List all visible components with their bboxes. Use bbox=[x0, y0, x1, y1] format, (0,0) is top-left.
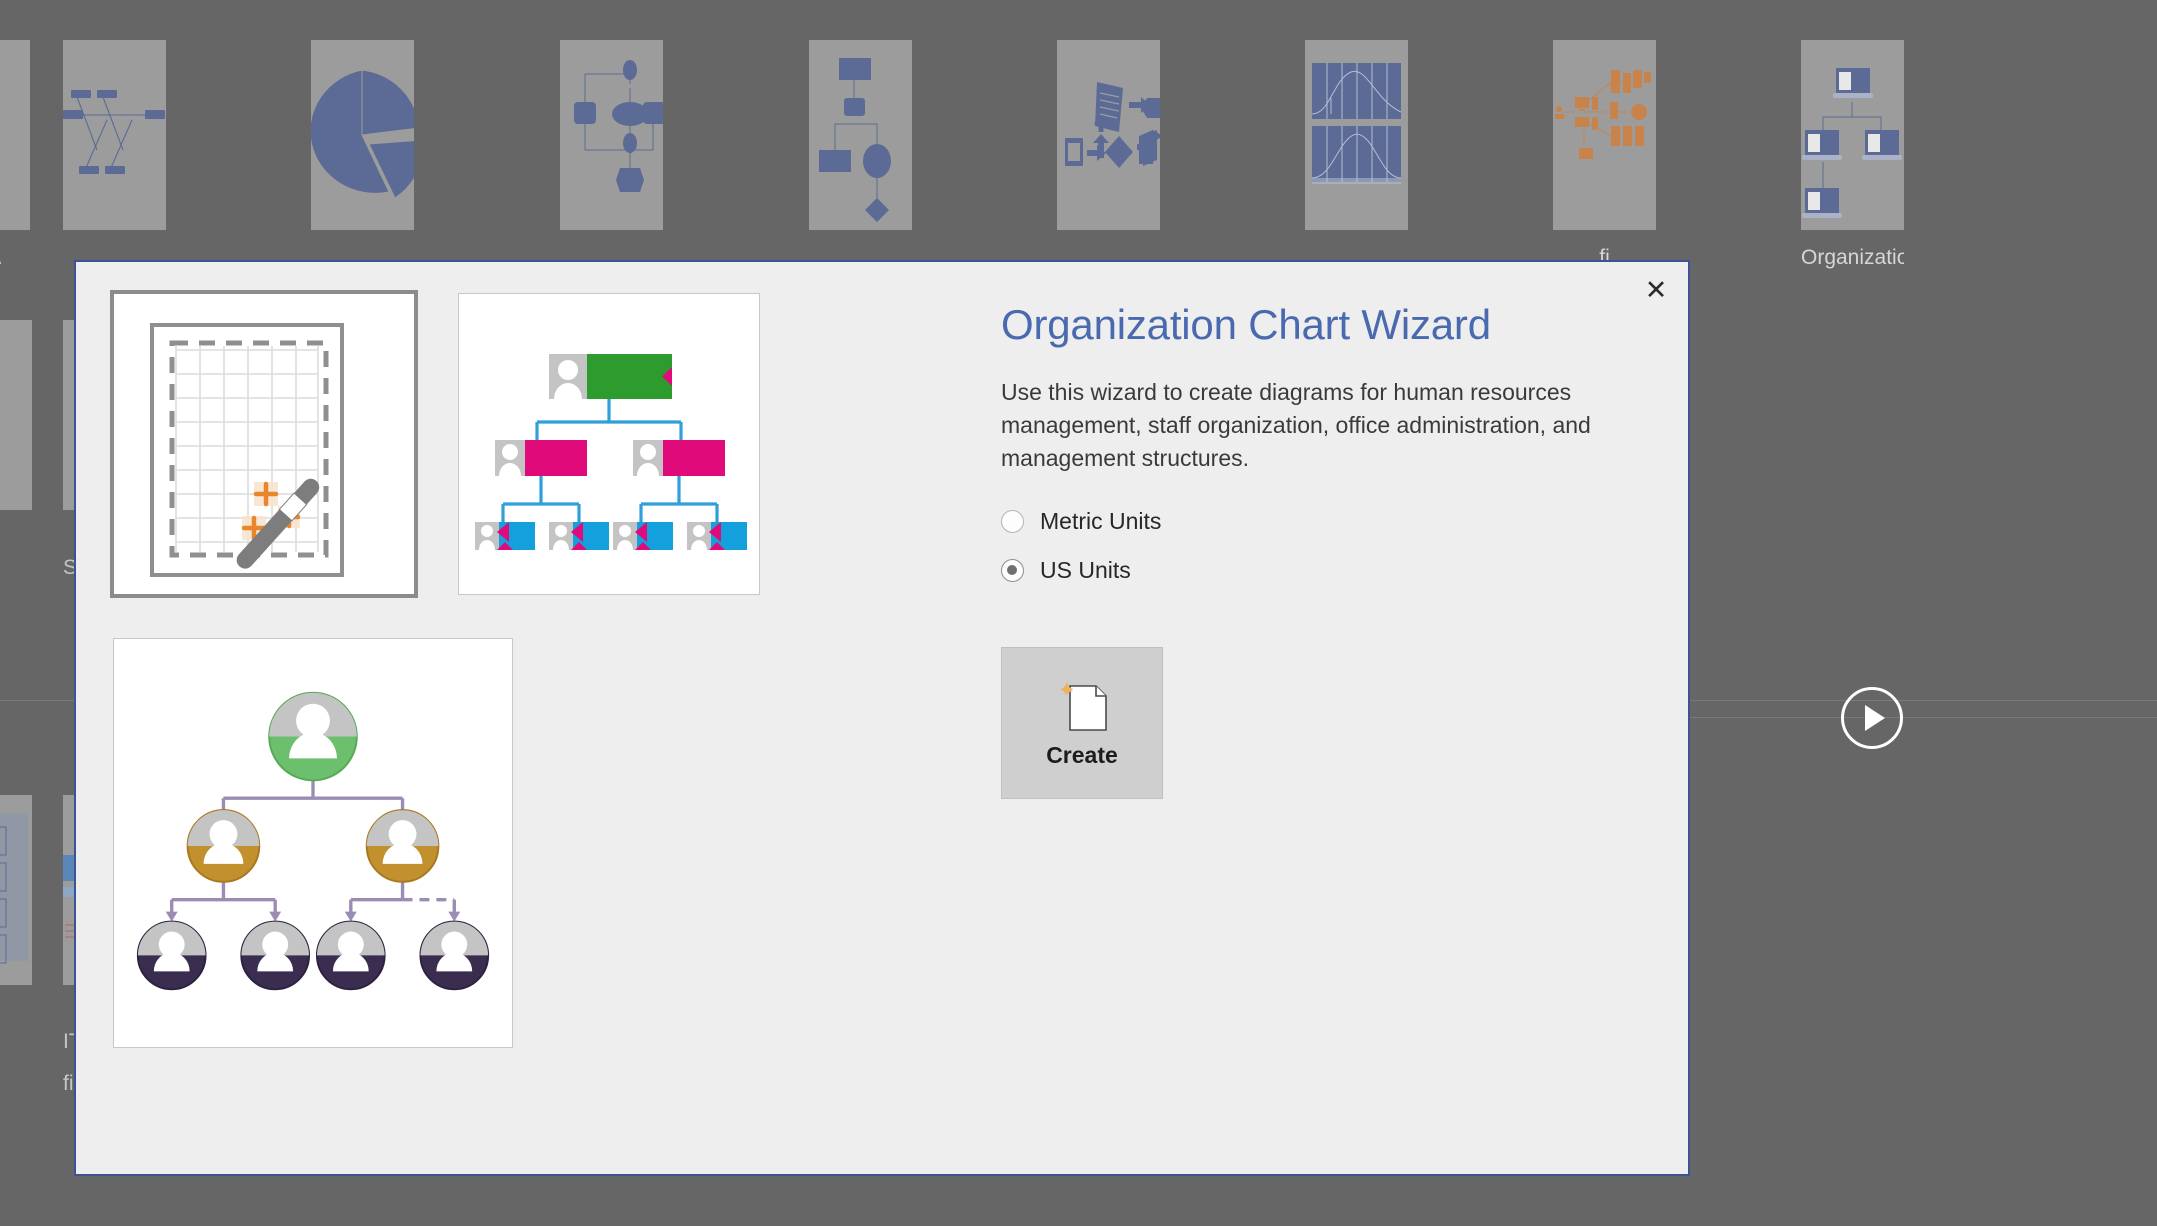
app-root: C... bbox=[0, 0, 2157, 1226]
template-label-row3-line2: fi bbox=[63, 1072, 74, 1095]
page-title: Organization Chart Wizard bbox=[1001, 301, 1491, 348]
radio-circle-selected-icon bbox=[1001, 559, 1024, 583]
preview-org-chart-colored[interactable] bbox=[458, 293, 760, 595]
circle-node-mid-left bbox=[186, 809, 261, 883]
org-chart-colored-preview-icon bbox=[459, 294, 759, 594]
radio-us-units-label: US Units bbox=[1040, 557, 1131, 584]
cause-effect-thumbnail bbox=[63, 40, 166, 230]
organization-chart-thumbnail bbox=[1801, 40, 1904, 230]
template-card-organization-chart[interactable]: Organization Ch... bbox=[1801, 40, 1904, 270]
template-card-pie-chart[interactable] bbox=[311, 40, 414, 230]
normal-curve-thumbnail bbox=[1305, 40, 1408, 230]
org-node-root bbox=[549, 354, 672, 399]
circle-node-leaf-1 bbox=[136, 920, 207, 991]
block-diagram-thumbnail bbox=[560, 40, 663, 230]
template-card-detailed-network[interactable]: ...fi... bbox=[1553, 40, 1656, 270]
cause-effect-icon bbox=[63, 90, 165, 174]
template-card-partial-left[interactable]: C... bbox=[0, 40, 30, 270]
radio-us-units[interactable]: US Units bbox=[1001, 557, 1301, 584]
normal-curve-icon bbox=[1311, 63, 1402, 184]
radio-metric-units-label: Metric Units bbox=[1040, 508, 1162, 535]
org-chart-circles-preview-icon bbox=[114, 639, 512, 1047]
detailed-network-icon bbox=[1555, 70, 1651, 159]
org-node-leaf-1 bbox=[475, 522, 535, 550]
template-card-row2-partial-a[interactable] bbox=[0, 320, 32, 510]
template-thumbnail-row2a bbox=[0, 320, 32, 510]
circle-node-mid-right bbox=[365, 809, 440, 883]
org-node-leaf-3 bbox=[613, 522, 673, 550]
pie-chart-icon bbox=[311, 69, 414, 199]
row3a-icon bbox=[0, 813, 28, 964]
radio-metric-units[interactable]: Metric Units bbox=[1001, 508, 1301, 535]
play-triangle-icon bbox=[1865, 705, 1885, 731]
circle-node-leaf-4 bbox=[419, 920, 490, 991]
next-arrow-button[interactable] bbox=[1841, 687, 1903, 749]
gallery-divider-right bbox=[1690, 717, 2157, 718]
org-node-mid-left bbox=[495, 440, 587, 476]
create-button-label: Create bbox=[1046, 741, 1118, 768]
circle-node-root bbox=[268, 691, 358, 782]
template-card-row3-partial-a[interactable] bbox=[0, 795, 32, 985]
template-card-cause-effect[interactable] bbox=[63, 40, 166, 230]
create-button[interactable]: Create bbox=[1001, 647, 1163, 799]
organization-chart-icon bbox=[1802, 68, 1902, 218]
wizard-grid-preview-icon bbox=[114, 294, 414, 594]
wizard-info-panel: Organization Chart Wizard Use this wizar… bbox=[1001, 301, 1661, 799]
org-node-leaf-4 bbox=[687, 522, 747, 550]
org-node-mid-right bbox=[633, 440, 725, 476]
detailed-network-thumbnail bbox=[1553, 40, 1656, 230]
template-card-work-flow[interactable] bbox=[1057, 40, 1160, 230]
basic-flowchart-thumbnail bbox=[809, 40, 912, 230]
work-flow-thumbnail bbox=[1057, 40, 1160, 230]
template-card-normal-curve[interactable] bbox=[1305, 40, 1408, 230]
wizard-description: Use this wizard to create diagrams for h… bbox=[1001, 379, 1591, 471]
template-label-organization-chart: Organization Ch... bbox=[1801, 246, 1904, 269]
org-node-leaf-2 bbox=[549, 522, 609, 550]
work-flow-icon bbox=[1065, 82, 1160, 168]
template-card-block-diagram[interactable] bbox=[560, 40, 663, 230]
pie-chart-thumbnail bbox=[311, 40, 414, 230]
preview-wizard-grid[interactable] bbox=[110, 290, 418, 598]
preview-org-chart-circles[interactable] bbox=[113, 638, 513, 1048]
template-card-basic-flowchart[interactable] bbox=[809, 40, 912, 230]
basic-flowchart-icon bbox=[819, 58, 891, 222]
circle-node-leaf-2 bbox=[240, 920, 311, 991]
block-diagram-icon bbox=[574, 60, 663, 192]
radio-circle-icon bbox=[1001, 510, 1024, 534]
new-document-icon bbox=[1060, 681, 1107, 731]
organization-chart-wizard-dialog: ✕ Organization Chart Wizard Use this wiz… bbox=[74, 260, 1690, 1176]
template-thumbnail bbox=[0, 40, 30, 230]
template-label: C... bbox=[0, 246, 30, 270]
template-thumbnail-row3a bbox=[0, 795, 32, 985]
circle-node-leaf-3 bbox=[315, 920, 386, 991]
